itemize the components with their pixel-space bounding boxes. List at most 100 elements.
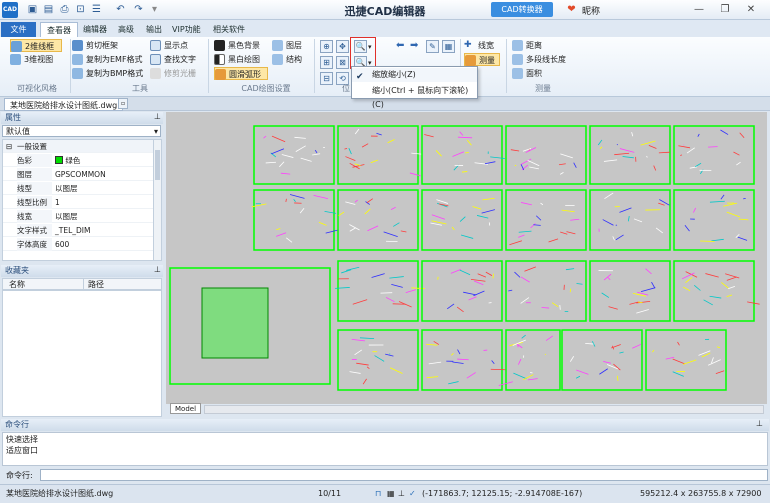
pin-icon[interactable]: ⊥ xyxy=(756,419,763,428)
print-preview-icon[interactable]: ⊡ xyxy=(74,3,87,16)
document-tab[interactable]: 某地医院给排水设计图纸.dwg xyxy=(4,98,124,111)
favorites-header: 收藏夹 xyxy=(1,265,163,277)
command-line: 快速选择 xyxy=(6,435,38,444)
magnet-icon[interactable]: ⊓ xyxy=(375,485,381,503)
pan-icon[interactable]: ✥ xyxy=(336,40,349,53)
tab-file[interactable]: 文件 xyxy=(1,22,36,37)
arrow-right-icon[interactable]: ➡ xyxy=(410,40,418,51)
command-output: 快速选择 适应窗口 xyxy=(2,432,768,466)
tab-viewer[interactable]: 查看器 xyxy=(40,22,78,37)
black-background-button[interactable]: 黑色背景 xyxy=(214,39,260,52)
drawing-line xyxy=(636,309,649,314)
black-white-button[interactable]: 黑白绘图 xyxy=(214,53,260,66)
ortho-icon[interactable]: ⊥ xyxy=(398,485,405,503)
grid-icon[interactable]: ▦ xyxy=(442,40,455,53)
properties-icon[interactable]: ☰ xyxy=(90,3,103,16)
tab-editor[interactable]: 编辑器 xyxy=(77,22,113,37)
tab-output[interactable]: 输出 xyxy=(140,22,168,37)
drawing-line xyxy=(726,211,740,218)
2d-wireframe-button[interactable]: 2维线框 xyxy=(10,39,62,52)
status-coordinates: (-171863.7; 12125.15; -2.914708E-167) xyxy=(422,489,583,498)
minimize-button[interactable]: — xyxy=(686,1,712,18)
drawing-sheet xyxy=(645,329,727,391)
property-row[interactable]: 线宽 以图层 xyxy=(3,210,153,223)
redo-icon[interactable]: ↷ xyxy=(132,3,145,16)
grid-icon[interactable]: ▦ xyxy=(387,485,395,503)
print-icon[interactable]: ⎙ xyxy=(58,3,71,16)
properties-selector[interactable]: 默认值 ▾ xyxy=(2,125,161,137)
model-tab[interactable]: Model xyxy=(170,403,202,414)
zoom-prev-icon[interactable]: ⊟ xyxy=(320,72,333,85)
area-button[interactable]: 面积 xyxy=(512,67,542,80)
distance-button[interactable]: 距离 xyxy=(512,39,542,52)
trim-raster-button[interactable]: 修剪光栅 xyxy=(150,67,196,80)
drawing-line xyxy=(281,154,294,158)
drawing-canvas[interactable] xyxy=(166,112,767,404)
pin-icon[interactable]: ⊥ xyxy=(154,112,161,121)
gift-icon[interactable]: ❤ xyxy=(565,3,578,16)
zoom-window-icon[interactable]: ⊕ xyxy=(320,40,333,53)
drawing-sheet xyxy=(673,189,755,251)
polyline-length-button[interactable]: 多段线长度 xyxy=(512,53,566,66)
drawing-line xyxy=(472,206,482,210)
measure-button[interactable]: 测量 xyxy=(464,53,500,66)
save-as-icon[interactable]: ▤ xyxy=(42,3,55,16)
drawing-sheet xyxy=(505,329,561,391)
property-row[interactable]: 字体高度 600 xyxy=(3,238,153,251)
section-general[interactable]: ⊟ 一般设置 xyxy=(3,140,153,153)
tab-advanced[interactable]: 高级 xyxy=(112,22,140,37)
ruler-icon xyxy=(465,55,476,66)
edit-icon[interactable]: ✎ xyxy=(426,40,439,53)
line-width-button[interactable]: ✚ 线宽 xyxy=(464,39,494,52)
property-row[interactable]: 线型 以图层 xyxy=(3,182,153,195)
pin-icon[interactable]: ⊥ xyxy=(154,265,161,274)
zoom-extents-icon[interactable]: ⊠ xyxy=(336,56,349,69)
horizontal-scrollbar[interactable] xyxy=(204,405,764,414)
divider xyxy=(208,39,209,93)
structure-button[interactable]: 结构 xyxy=(272,53,302,66)
fit-icon[interactable]: ⊞ xyxy=(320,56,333,69)
copy-emf-button[interactable]: 复制为EMF格式 xyxy=(72,53,143,66)
property-row[interactable]: 色彩 绿色 xyxy=(3,154,153,167)
property-row[interactable]: 文字样式 _TEL_DIM xyxy=(3,224,153,237)
smooth-arc-button[interactable]: 圆滑弧形 xyxy=(214,67,268,80)
maximize-button[interactable]: ❐ xyxy=(712,1,738,18)
arrow-left-icon[interactable]: ⬅ xyxy=(396,40,404,51)
3d-view-button[interactable]: 3维视图 xyxy=(10,53,53,66)
drawing-line xyxy=(682,359,697,365)
tab-related-software[interactable]: 相关软件 xyxy=(207,22,251,37)
column-path[interactable]: 路径 xyxy=(83,279,104,289)
drawing-line xyxy=(716,346,721,349)
copy-bmp-button[interactable]: 复制为BMP格式 xyxy=(72,67,143,80)
customize-icon[interactable]: ▾ xyxy=(148,3,161,16)
find-text-button[interactable]: 查找文字 xyxy=(150,53,196,66)
menu-item-zoom-out[interactable]: 缩小(Ctrl + 鼠标向下滚轮)(C) xyxy=(352,84,477,109)
drawing-line xyxy=(424,134,434,138)
undo-icon[interactable]: ↶ xyxy=(114,3,127,16)
cad-converter-button[interactable]: CAD转换器 xyxy=(491,2,553,17)
show-points-button[interactable]: 显示点 xyxy=(150,39,188,52)
close-button[interactable]: ✕ xyxy=(738,1,764,18)
save-icon[interactable]: ▣ xyxy=(26,3,39,16)
clip-frame-button[interactable]: 剪切框架 xyxy=(72,39,118,52)
drawing-line xyxy=(736,161,741,166)
drawing-line xyxy=(389,367,403,374)
property-row[interactable]: 线型比例 1 xyxy=(3,196,153,209)
document-tab-bar: 某地医院给排水设计图纸.dwg ▫ xyxy=(0,97,770,111)
layers-button[interactable]: 图层 xyxy=(272,39,302,52)
drawing-sheet xyxy=(589,125,671,185)
drawing-line xyxy=(294,136,306,139)
user-name[interactable]: 昵称 xyxy=(582,4,600,17)
command-input[interactable] xyxy=(40,469,768,481)
tab-vip[interactable]: VIP功能 xyxy=(166,22,207,37)
new-tab-icon[interactable]: ▫ xyxy=(118,98,128,109)
snap-icon[interactable]: ✓ xyxy=(409,485,416,503)
drawing-line xyxy=(560,231,568,235)
column-name[interactable]: 名称 xyxy=(9,279,25,290)
properties-scrollbar[interactable] xyxy=(153,139,162,261)
property-row[interactable]: 图层 GPSCOMMON xyxy=(3,168,153,181)
menu-item-zoom-shrink[interactable]: ✔ 缩放缩小(Z) xyxy=(352,68,477,82)
drawing-line xyxy=(459,269,471,276)
drawing-line xyxy=(509,240,523,246)
scroll-thumb[interactable] xyxy=(155,150,160,180)
